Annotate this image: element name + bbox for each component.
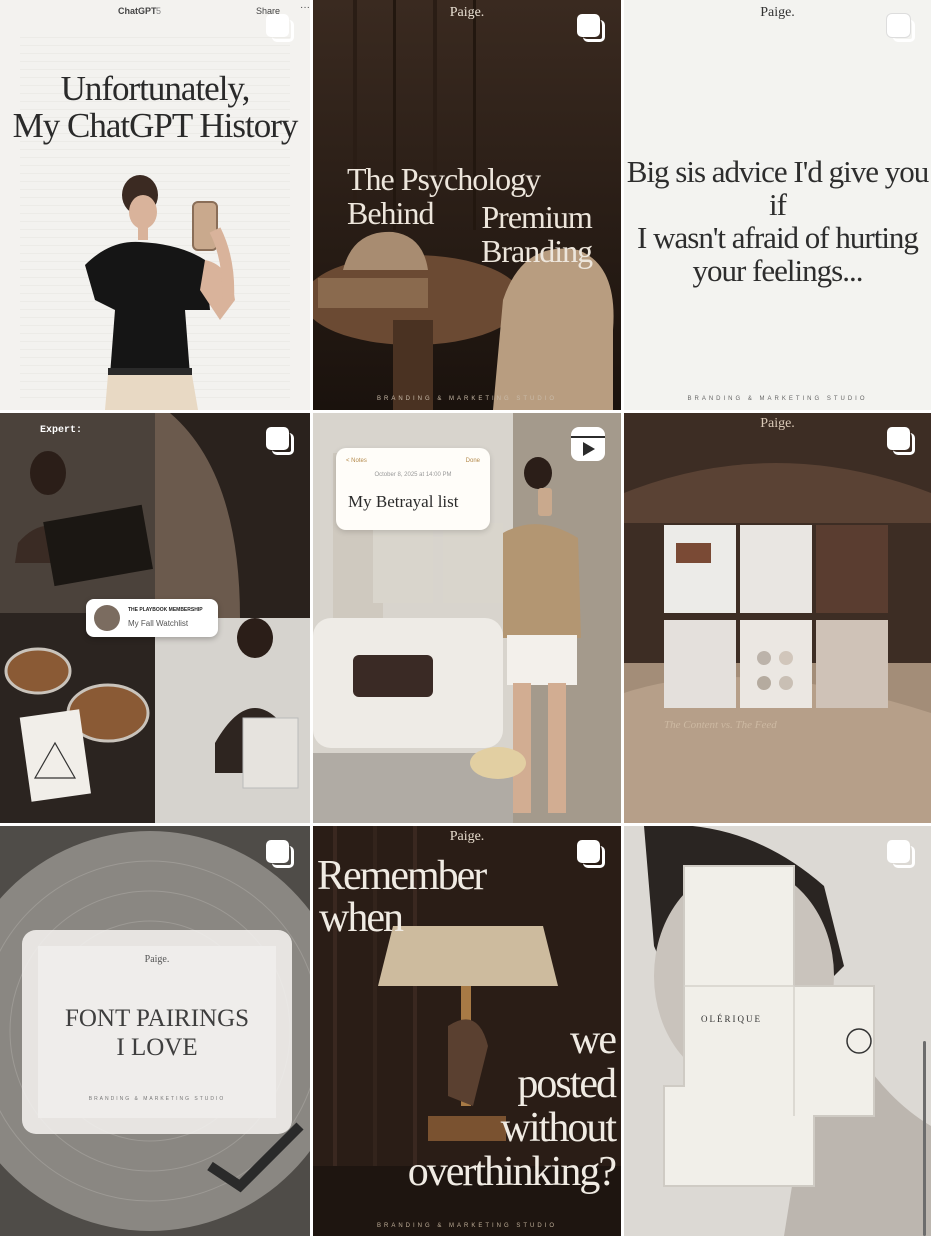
profile-post-grid: ChatGPT 5 Share ··· Unfortunately, My Ch… — [0, 0, 931, 1236]
post-tile-playbook-membership[interactable]: Expert: THE PLAYBOOK MEMBERSHIP My Fall … — [0, 413, 310, 823]
carousel-icon — [577, 14, 605, 42]
headline-line: The Psychology — [347, 161, 541, 197]
paige-wordmark-logo: Paige. — [449, 5, 485, 20]
headline-line: when — [319, 895, 404, 941]
headline-line: I wasn't afraid of hurting — [637, 220, 919, 255]
post-tile-psychology-branding[interactable]: Paige. The Psychology Behind Premium Bra… — [313, 0, 621, 410]
headline-line: Unfortunately, — [60, 69, 251, 108]
packaging-portrait-image — [624, 826, 931, 1236]
headline-line: Big sis advice I'd give you if — [626, 154, 929, 222]
post-headline: Unfortunately, My ChatGPT History — [0, 70, 310, 144]
reel-icon — [571, 427, 605, 461]
more-icon: ··· — [300, 2, 310, 13]
paige-wordmark-logo: Paige. — [760, 5, 795, 20]
avatar — [94, 605, 120, 631]
expert-label: Expert: — [40, 425, 83, 436]
post-tile-big-sis-advice[interactable]: Paige. Big sis advice I'd give you if I … — [624, 0, 931, 410]
studio-footer: BRANDING & MARKETING STUDIO — [376, 1223, 557, 1229]
headline-line: My ChatGPT History — [12, 106, 299, 145]
chatgpt-app-label: ChatGPT — [118, 6, 157, 16]
carousel-icon — [266, 14, 294, 42]
post-headline: Big sis advice I'd give you if I wasn't … — [624, 155, 931, 287]
carousel-icon — [266, 840, 294, 868]
carousel-icon — [887, 427, 915, 455]
post-tile-betrayal-list[interactable]: < Notes Done October 8, 2025 at 14:00 PM… — [313, 413, 621, 823]
paige-wordmark-logo: Paige. — [449, 829, 485, 844]
font-pairings-card: Paige. FONT PAIRINGS I LOVE BRANDING & M… — [38, 946, 276, 1118]
paige-wordmark-logo: Paige. — [760, 416, 795, 431]
watchlist-card: THE PLAYBOOK MEMBERSHIP My Fall Watchlis… — [86, 599, 218, 637]
note-date: October 8, 2025 at 14:00 PM — [374, 472, 452, 478]
scrollbar[interactable] — [923, 1041, 926, 1236]
post-headline: we posted without overthinking? — [407, 1017, 617, 1195]
post-caption: The Content vs. The Feed — [664, 719, 777, 731]
headline-line: overthinking? — [407, 1149, 617, 1195]
card-title: FONT PAIRINGS I LOVE — [38, 1004, 276, 1062]
title-line: FONT PAIRINGS — [64, 1005, 250, 1032]
headline-line: we — [570, 1017, 617, 1063]
headline-line: Branding — [481, 233, 593, 269]
carousel-icon — [577, 840, 605, 868]
headline-line: Premium — [481, 199, 592, 235]
bed-grid-image — [624, 413, 931, 823]
carousel-icon — [266, 427, 294, 455]
notes-card: < Notes Done October 8, 2025 at 14:00 PM… — [336, 448, 490, 530]
headline-line: your feelings... — [692, 253, 864, 288]
title-line: I LOVE — [116, 1034, 198, 1061]
post-tile-olerique-packaging[interactable]: OLÉRIQUE — [624, 826, 931, 1236]
headline-line: posted — [517, 1061, 617, 1107]
chatgpt-version-label: 5 — [156, 6, 162, 16]
post-tile-font-pairings[interactable]: Paige. FONT PAIRINGS I LOVE BRANDING & M… — [0, 826, 310, 1236]
post-tile-chatgpt-history[interactable]: ChatGPT 5 Share ··· Unfortunately, My Ch… — [0, 0, 310, 410]
carousel-icon — [887, 14, 915, 42]
post-tile-content-vs-feed[interactable]: Paige. The Content vs. The Feed — [624, 413, 931, 823]
studio-footer: BRANDING & MARKETING STUDIO — [88, 1096, 226, 1102]
studio-footer: BRANDING & MARKETING STUDIO — [376, 396, 557, 402]
chatgpt-topbar: ChatGPT 5 Share ··· — [0, 0, 310, 22]
watchlist-text: My Fall Watchlist — [128, 619, 189, 628]
post-headline-secondary: Premium Branding — [481, 199, 593, 269]
carousel-icon — [887, 840, 915, 868]
membership-label: THE PLAYBOOK MEMBERSHIP — [128, 607, 203, 613]
paige-wordmark-logo: Paige. — [144, 954, 170, 965]
note-title: My Betrayal list — [348, 492, 459, 511]
headline-line: without — [500, 1105, 617, 1151]
post-tile-remember-when[interactable]: Paige. Remember when we posted without o… — [313, 826, 621, 1236]
packaging-brand-logo: OLÉRIQUE — [701, 1014, 762, 1024]
woman-mirror-selfie-image — [85, 175, 235, 410]
studio-footer: BRANDING & MARKETING STUDIO — [687, 396, 868, 402]
headline-line: Remember — [317, 853, 487, 899]
notes-done-button: Done — [465, 458, 480, 464]
notes-back-button: < Notes — [346, 458, 367, 464]
